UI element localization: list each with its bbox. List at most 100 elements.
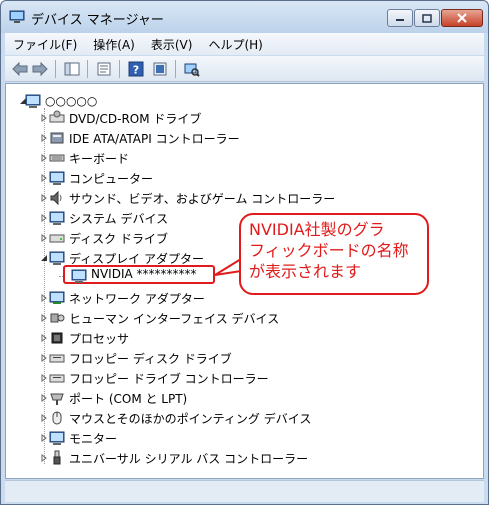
menu-bar: ファイル(F) 操作(A) 表示(V) ヘルプ(H) [5, 33, 484, 55]
category-label: フロッピー ディスク ドライブ [69, 351, 232, 366]
tree-item-network[interactable]: ネットワーク アダプター [41, 289, 205, 307]
tree-item-mouse[interactable]: マウスとそのほかのポインティング デバイス [41, 409, 311, 427]
category-label: ヒューマン インターフェイス デバイス [69, 311, 280, 326]
expand-arrow-icon[interactable] [40, 434, 48, 442]
tree-root[interactable]: ○○○○○ [20, 92, 98, 110]
tree-item-keyboard[interactable]: キーボード [41, 149, 130, 167]
category-label: IDE ATA/ATAPI コントローラー [69, 131, 240, 146]
toolbar-separator [55, 60, 56, 78]
category-label: ポート (COM と LPT) [69, 391, 188, 406]
expand-arrow-icon[interactable] [40, 234, 48, 242]
driver-button[interactable] [151, 60, 169, 78]
help-button[interactable]: ? [127, 60, 145, 78]
tree-item-dvd[interactable]: DVD/CD-ROM ドライブ [41, 109, 201, 127]
tree-item-floppy-controller[interactable]: フロッピー ドライブ コントローラー [41, 369, 269, 387]
category-label: システム デバイス [69, 211, 169, 226]
tree-item-ide[interactable]: IDE ATA/ATAPI コントローラー [41, 129, 240, 147]
category-label: ネットワーク アダプター [69, 291, 205, 306]
show-hide-tree-button[interactable] [63, 60, 81, 78]
expand-arrow-icon[interactable] [40, 134, 48, 142]
monitor-icon [49, 431, 65, 445]
system-device-icon [49, 211, 65, 225]
expand-arrow-icon[interactable] [40, 154, 48, 162]
status-bar [5, 480, 484, 502]
back-button[interactable] [11, 60, 29, 78]
scan-hardware-button[interactable] [183, 60, 201, 78]
toolbar: ? [5, 56, 484, 82]
menu-help[interactable]: ヘルプ(H) [208, 36, 262, 53]
minimize-icon [396, 19, 404, 21]
expand-arrow-icon[interactable] [40, 354, 48, 362]
expand-arrow-icon[interactable] [40, 174, 48, 182]
port-icon [50, 393, 64, 405]
expand-arrow-icon[interactable] [40, 194, 48, 202]
usb-icon [53, 450, 61, 465]
display-adapter-icon [71, 269, 87, 283]
tree-item-disk[interactable]: ディスク ドライブ [41, 229, 168, 247]
maximize-button[interactable] [414, 9, 440, 27]
tree-item-processor[interactable]: プロセッサ [41, 329, 130, 347]
toolbar-separator [87, 60, 88, 78]
category-label: サウンド、ビデオ、およびゲーム コントローラー [69, 191, 336, 206]
category-label: プロセッサ [69, 331, 130, 346]
callout-text: NVIDIA社製のグラ フィックボードの名称 が表示されます [249, 219, 424, 282]
close-icon [457, 13, 467, 23]
expand-arrow-icon[interactable] [40, 314, 48, 322]
speaker-icon [50, 190, 62, 206]
tree-item-monitor[interactable]: モニター [41, 429, 118, 447]
display-adapter-icon [49, 251, 65, 265]
category-label: キーボード [69, 151, 130, 166]
tree-item-computer[interactable]: コンピューター [41, 169, 154, 187]
nvidia-adapter-item[interactable]: NVIDIA ********** [91, 267, 197, 281]
menu-view[interactable]: 表示(V) [151, 36, 193, 53]
tree-item-system[interactable]: システム デバイス [41, 209, 169, 227]
toolbar-separator [119, 60, 120, 78]
callout-line: が表示されます [249, 262, 362, 281]
tree-item-usb[interactable]: ユニバーサル シリアル バス コントローラー [41, 449, 309, 467]
back-arrow-icon [12, 62, 28, 76]
expand-arrow-icon[interactable] [40, 114, 48, 122]
tree-item-ports[interactable]: ポート (COM と LPT) [41, 389, 188, 407]
menu-action[interactable]: 操作(A) [93, 36, 135, 53]
collapse-arrow-icon[interactable] [19, 97, 27, 105]
tree-item-hid[interactable]: ヒューマン インターフェイス デバイス [41, 309, 280, 327]
category-label: モニター [69, 431, 118, 446]
ide-controller-icon [50, 132, 64, 144]
menu-file[interactable]: ファイル(F) [13, 36, 77, 53]
svg-text:?: ? [133, 64, 139, 77]
computer-icon [49, 171, 65, 185]
scan-hardware-icon [184, 63, 200, 77]
title-bar[interactable]: デバイス マネージャー [1, 1, 488, 33]
expand-arrow-icon[interactable] [40, 294, 48, 302]
close-button[interactable] [441, 9, 483, 27]
category-label: コンピューター [69, 171, 154, 186]
expand-arrow-icon[interactable] [40, 374, 48, 382]
properties-icon [97, 62, 111, 76]
tree-item-sound[interactable]: サウンド、ビデオ、およびゲーム コントローラー [41, 189, 336, 207]
keyboard-icon [49, 154, 65, 162]
expand-arrow-icon[interactable] [40, 394, 48, 402]
expand-arrow-icon[interactable] [40, 454, 48, 462]
forward-button[interactable] [31, 60, 49, 78]
expand-arrow-icon[interactable] [40, 214, 48, 222]
mouse-icon [52, 411, 62, 425]
category-label: フロッピー ドライブ コントローラー [69, 371, 269, 386]
category-label: ユニバーサル シリアル バス コントローラー [69, 451, 309, 466]
computer-icon [25, 94, 41, 108]
collapse-arrow-icon[interactable] [40, 254, 48, 262]
dvd-drive-icon [49, 110, 65, 123]
expand-arrow-icon[interactable] [40, 414, 48, 422]
tree-item-floppy-disk[interactable]: フロッピー ディスク ドライブ [41, 349, 232, 367]
root-label: ○○○○○ [45, 94, 98, 108]
expand-arrow-icon[interactable] [40, 334, 48, 342]
device-manager-window: デバイス マネージャー ファイル(F) 操作(A) 表示(V) ヘルプ(H) ?… [0, 0, 489, 505]
category-label: ディスプレイ アダプター [69, 251, 204, 266]
maximize-icon [422, 13, 432, 23]
properties-button[interactable] [95, 60, 113, 78]
processor-icon [51, 332, 63, 344]
window-title: デバイス マネージャー [31, 13, 164, 28]
floppy-drive-icon [49, 354, 65, 363]
minimize-button[interactable] [387, 9, 413, 27]
hid-icon [50, 313, 65, 323]
network-adapter-icon [49, 291, 65, 304]
